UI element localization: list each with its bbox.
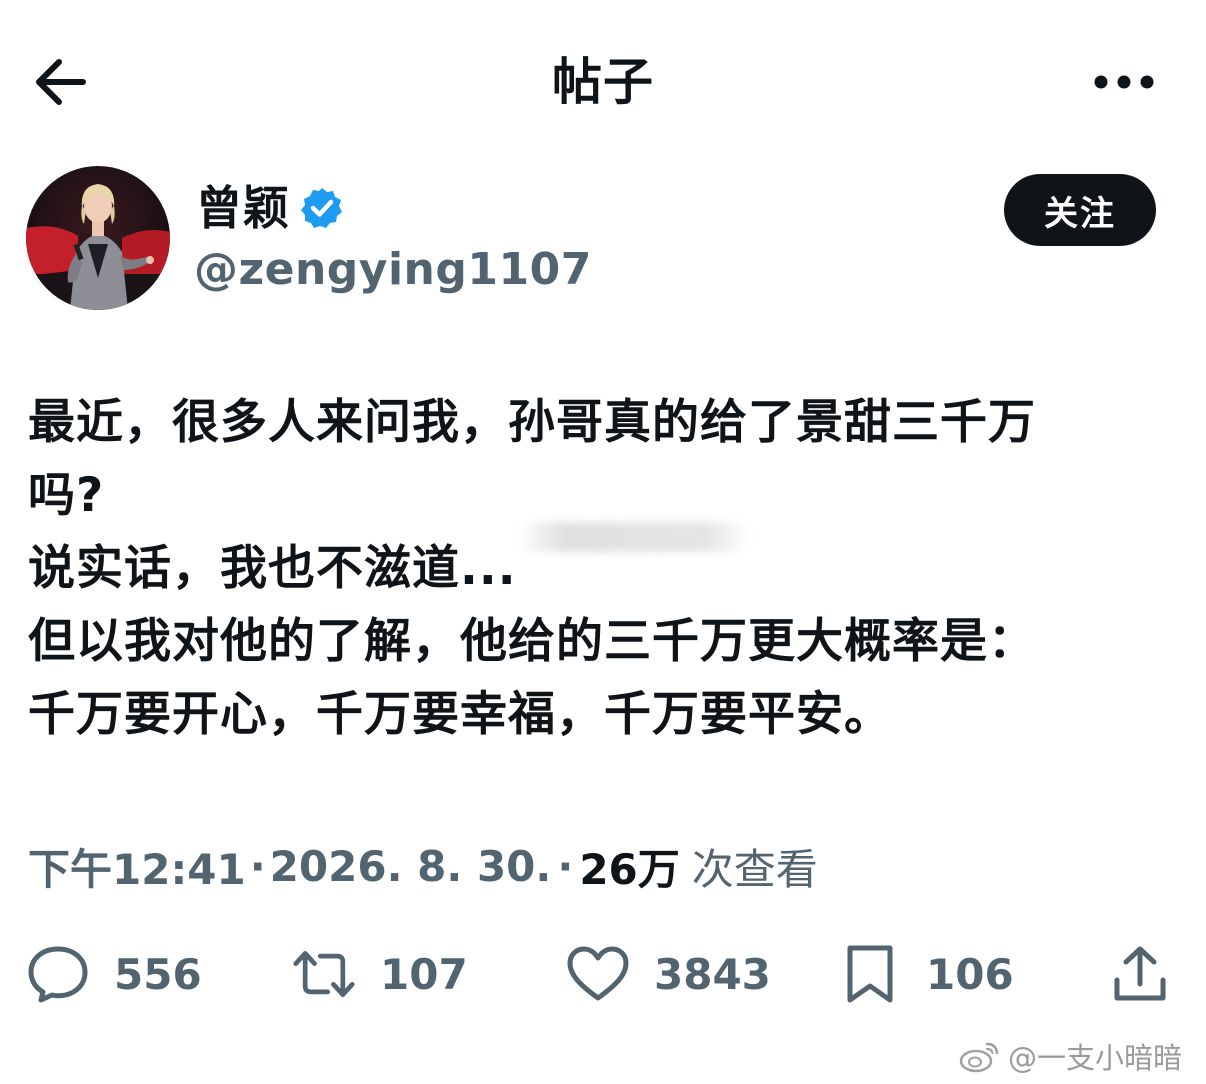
post-text: 最近，很多人来问我，孙哥真的给了景甜三千万 吗? 说实话，我也不滋道... 但以… bbox=[28, 386, 1178, 751]
views-count[interactable]: 26万 bbox=[579, 836, 679, 897]
meta-separator: · bbox=[249, 841, 266, 891]
share-button[interactable] bbox=[1108, 938, 1172, 1010]
repost-button[interactable]: 107 bbox=[292, 938, 468, 1010]
like-button[interactable]: 3843 bbox=[566, 938, 771, 1010]
bookmark-count: 106 bbox=[926, 949, 1014, 999]
repost-count: 107 bbox=[380, 949, 468, 999]
views-label: 次查看 bbox=[691, 844, 818, 894]
post-line: 但以我对他的了解，他给的三千万更大概率是： bbox=[28, 614, 1036, 669]
page-title: 帖子 bbox=[552, 53, 654, 111]
reply-count: 556 bbox=[114, 949, 202, 999]
share-icon bbox=[1108, 942, 1172, 1006]
author-name[interactable]: 曾颖 bbox=[196, 176, 290, 240]
verified-badge-icon bbox=[300, 186, 344, 230]
more-button[interactable] bbox=[1084, 58, 1164, 106]
reply-button[interactable]: 556 bbox=[26, 938, 202, 1010]
follow-button[interactable]: 关注 bbox=[1004, 174, 1156, 246]
bookmark-icon bbox=[838, 942, 902, 1006]
post-meta: 下午12:41 · 2026. 8. 30. · 26万 次查看 bbox=[28, 836, 818, 896]
watermark-text: @一支小暗暗 bbox=[1008, 1041, 1183, 1075]
blurred-strikethrough-overlay bbox=[518, 522, 750, 552]
watermark: @一支小暗暗 bbox=[958, 1036, 1182, 1076]
bookmark-button[interactable]: 106 bbox=[838, 938, 1014, 1010]
post-time: 下午12:41 bbox=[28, 844, 246, 894]
post-line: 千万要开心，千万要幸福，千万要平安。 bbox=[28, 687, 892, 742]
author-handle[interactable]: @zengying1107 bbox=[194, 240, 592, 300]
repost-icon bbox=[292, 942, 356, 1006]
heart-icon bbox=[566, 942, 630, 1006]
meta-separator: · bbox=[557, 841, 574, 891]
post-line: 最近，很多人来问我，孙哥真的给了景甜三千万 bbox=[28, 395, 1036, 450]
avatar[interactable] bbox=[26, 166, 170, 310]
like-count: 3843 bbox=[654, 949, 771, 999]
weibo-logo-icon bbox=[958, 1038, 1002, 1074]
post-date: 2026. 8. 30. bbox=[269, 841, 552, 891]
reply-icon bbox=[26, 942, 90, 1006]
more-horizontal-icon bbox=[1093, 74, 1155, 90]
